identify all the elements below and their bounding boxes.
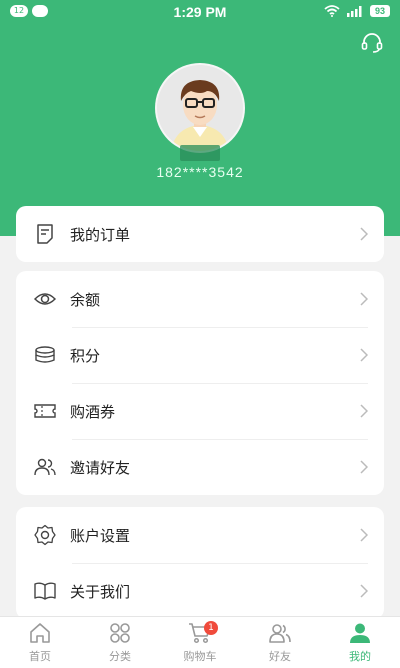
chevron-right-icon bbox=[360, 348, 368, 362]
book-icon bbox=[34, 582, 56, 600]
battery-level: 93 bbox=[370, 5, 390, 17]
me-icon bbox=[350, 623, 370, 643]
menu-item-label: 余额 bbox=[70, 290, 101, 309]
menu-item-label: 邀请好友 bbox=[70, 458, 131, 477]
avatar-illustration bbox=[157, 65, 243, 151]
status-bar: 12 1:29 PM 93 bbox=[0, 0, 400, 24]
wallet-card: 余额 积分 购酒券 邀请好友 bbox=[16, 271, 384, 495]
avatar[interactable] bbox=[155, 63, 245, 153]
tab-friends[interactable]: 好友 bbox=[240, 617, 320, 668]
menu-item-account-settings[interactable]: 账户设置 bbox=[16, 507, 384, 563]
tab-label: 我的 bbox=[349, 650, 371, 663]
friends-icon bbox=[269, 624, 291, 643]
menu-item-balance[interactable]: 余额 bbox=[16, 271, 384, 327]
menu-item-label: 关于我们 bbox=[70, 582, 131, 601]
tab-label: 购物车 bbox=[183, 650, 217, 663]
home-icon bbox=[30, 623, 50, 643]
signal-icon bbox=[347, 6, 362, 17]
phone-number: 182****3542 bbox=[156, 164, 244, 180]
menu-item-label: 积分 bbox=[70, 346, 101, 365]
chevron-right-icon bbox=[360, 292, 368, 306]
wifi-icon bbox=[324, 5, 340, 17]
status-right: 93 bbox=[324, 5, 390, 17]
customer-service-icon[interactable] bbox=[360, 32, 384, 54]
chevron-right-icon bbox=[360, 460, 368, 474]
category-icon bbox=[110, 623, 130, 643]
menu-item-points[interactable]: 积分 bbox=[16, 327, 384, 383]
coins-icon bbox=[35, 346, 55, 363]
chevron-right-icon bbox=[360, 528, 368, 542]
order-icon bbox=[37, 224, 53, 244]
orders-card: 我的订单 bbox=[16, 206, 384, 262]
menu-item-wine-coupon[interactable]: 购酒券 bbox=[16, 383, 384, 439]
ticket-icon bbox=[34, 404, 56, 418]
users-icon bbox=[34, 458, 56, 476]
menu-item-orders[interactable]: 我的订单 bbox=[16, 206, 384, 262]
tab-label: 分类 bbox=[109, 650, 131, 663]
tab-me[interactable]: 我的 bbox=[320, 617, 400, 668]
eye-icon bbox=[34, 293, 56, 305]
chevron-right-icon bbox=[360, 404, 368, 418]
chevron-right-icon bbox=[360, 227, 368, 241]
tab-label: 好友 bbox=[269, 650, 291, 663]
tab-home[interactable]: 首页 bbox=[0, 617, 80, 668]
menu-item-label: 我的订单 bbox=[70, 225, 131, 244]
masked-username bbox=[180, 145, 220, 161]
menu-item-label: 购酒券 bbox=[70, 402, 116, 421]
tab-label: 首页 bbox=[29, 650, 51, 663]
tab-category[interactable]: 分类 bbox=[80, 617, 160, 668]
bottom-tab-bar: 首页 分类 1 购物车 好友 我的 bbox=[0, 616, 400, 668]
tab-cart[interactable]: 1 购物车 bbox=[160, 617, 240, 668]
gear-icon bbox=[34, 524, 56, 546]
menu-item-about-us[interactable]: 关于我们 bbox=[16, 563, 384, 619]
menu-item-invite-friends[interactable]: 邀请好友 bbox=[16, 439, 384, 495]
menu-item-label: 账户设置 bbox=[70, 526, 131, 545]
chevron-right-icon bbox=[360, 584, 368, 598]
cart-count-badge: 1 bbox=[204, 621, 218, 635]
settings-card: 账户设置 关于我们 bbox=[16, 507, 384, 619]
